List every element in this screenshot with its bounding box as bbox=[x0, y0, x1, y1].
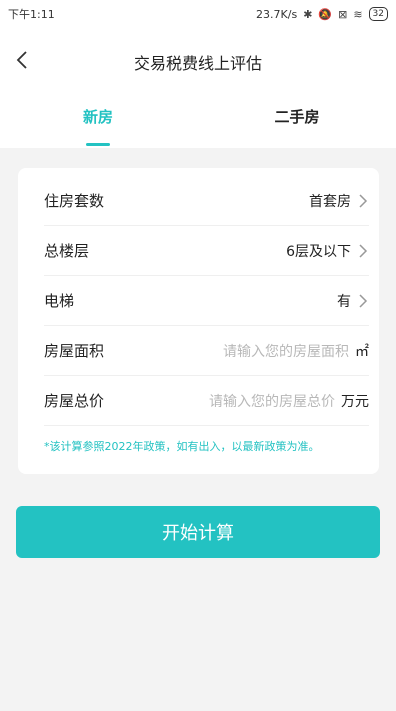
chevron-right-icon bbox=[359, 293, 368, 308]
policy-note: *该计算参照2022年政策，如有出入，以最新政策为准。 bbox=[44, 440, 320, 453]
status-time: 下午1:11 bbox=[8, 8, 55, 21]
price-input[interactable]: 请输入您的房屋总价 bbox=[209, 391, 335, 411]
tab-new-house[interactable]: 新房 bbox=[38, 106, 158, 148]
form-card: 住房套数 首套房 总楼层 6层及以下 电梯 有 房屋面积 请输入您的房屋面积 ㎡… bbox=[18, 168, 379, 474]
row-label: 住房套数 bbox=[44, 192, 105, 210]
row-area: 房屋面积 请输入您的房屋面积 ㎡ bbox=[44, 326, 369, 376]
row-label: 房屋面积 bbox=[44, 342, 105, 360]
status-bar: 下午1:11 23.7K/s ✱ 🔕 ⊠ ≋ 32 bbox=[0, 0, 396, 28]
row-label: 电梯 bbox=[44, 292, 75, 310]
row-value: 6层及以下 bbox=[286, 243, 351, 260]
row-total-floors[interactable]: 总楼层 6层及以下 bbox=[44, 226, 369, 276]
price-unit: 万元 bbox=[341, 393, 369, 410]
row-value-group: 6层及以下 bbox=[286, 241, 369, 261]
row-value-group: 请输入您的房屋总价 万元 bbox=[209, 391, 369, 411]
tab-second-hand-house[interactable]: 二手房 bbox=[237, 106, 357, 148]
row-total-price: 房屋总价 请输入您的房屋总价 万元 bbox=[44, 376, 369, 426]
chevron-right-icon bbox=[359, 193, 368, 208]
battery-level: 32 bbox=[372, 9, 384, 19]
row-value-group: 请输入您的房屋面积 ㎡ bbox=[223, 341, 369, 361]
page-title: 交易税费线上评估 bbox=[133, 54, 262, 73]
row-label: 总楼层 bbox=[44, 242, 90, 260]
row-value: 有 bbox=[337, 293, 351, 310]
tab-bar: 新房 二手房 bbox=[0, 106, 396, 148]
row-label: 房屋总价 bbox=[44, 392, 105, 410]
area-unit: ㎡ bbox=[355, 343, 369, 360]
chevron-right-icon bbox=[359, 243, 368, 258]
row-elevator[interactable]: 电梯 有 bbox=[44, 276, 369, 326]
battery-icon: 32 bbox=[368, 7, 388, 21]
row-value-group: 首套房 bbox=[309, 191, 369, 211]
mute-icon: 🔕 bbox=[318, 7, 333, 21]
start-calculation-button[interactable]: 开始计算 bbox=[16, 506, 380, 558]
tab-label: 二手房 bbox=[274, 108, 320, 126]
tab-label: 新房 bbox=[82, 108, 113, 126]
network-speed: 23.7K/s bbox=[256, 7, 298, 21]
bluetooth-icon: ✱ bbox=[303, 7, 313, 21]
area-input[interactable]: 请输入您的房屋面积 bbox=[223, 341, 349, 361]
button-label: 开始计算 bbox=[162, 523, 234, 544]
tab-active-indicator bbox=[86, 143, 110, 146]
app-header: 交易税费线上评估 新房 二手房 bbox=[0, 28, 396, 148]
status-icons: 23.7K/s ✱ 🔕 ⊠ ≋ 32 bbox=[256, 7, 388, 21]
wifi-icon: ≋ bbox=[353, 7, 363, 21]
row-value: 首套房 bbox=[309, 193, 351, 210]
row-value-group: 有 bbox=[337, 291, 369, 311]
row-house-count[interactable]: 住房套数 首套房 bbox=[44, 176, 369, 226]
sim-icon: ⊠ bbox=[338, 7, 348, 21]
